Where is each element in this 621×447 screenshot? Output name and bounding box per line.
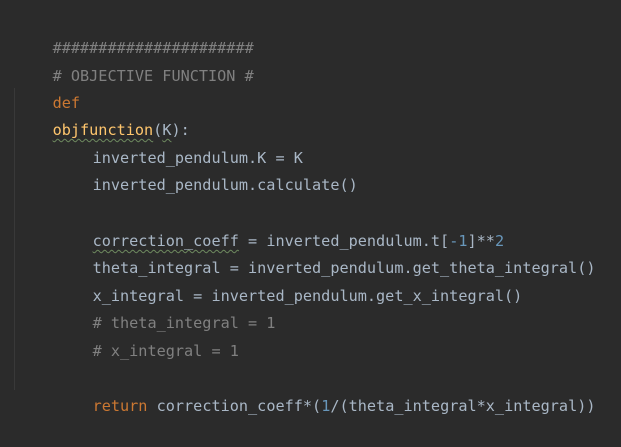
code-line-def: def objfunction(K): [16, 63, 190, 139]
return-expr-b: /(theta_integral*x_integral)) [330, 397, 596, 415]
code-line-assign-k: inverted_pendulum.K = K [56, 118, 303, 167]
code-line-comment-x: # x_integral = 1 [56, 311, 239, 360]
return-expr-a: correction_coeff*( [147, 397, 322, 415]
code-line-theta: theta_integral = inverted_pendulum.get_t… [56, 228, 596, 277]
code-line-banner: ###################### [16, 8, 254, 57]
code-line-comment-theta: # theta_integral = 1 [56, 283, 276, 332]
code-line-calculate: inverted_pendulum.calculate() [56, 145, 358, 194]
code-line-section-comment: # OBJECTIVE FUNCTION # [16, 36, 254, 85]
x-comment: # x_integral = 1 [92, 342, 239, 360]
code-line-x: x_integral = inverted_pendulum.get_x_int… [56, 256, 523, 305]
indent-guide [14, 88, 15, 390]
return-number: 1 [321, 397, 331, 415]
return-keyword: return [92, 397, 148, 415]
calculate-stmt: inverted_pendulum.calculate() [92, 176, 358, 194]
code-editor[interactable]: ###################### # OBJECTIVE FUNCT… [0, 0, 621, 415]
def-keyword: def [52, 94, 81, 112]
code-line-return: return correction_coeff*(1/(theta_integr… [56, 366, 596, 415]
code-line-correction: correction_coeff = inverted_pendulum.t[-… [56, 201, 505, 250]
